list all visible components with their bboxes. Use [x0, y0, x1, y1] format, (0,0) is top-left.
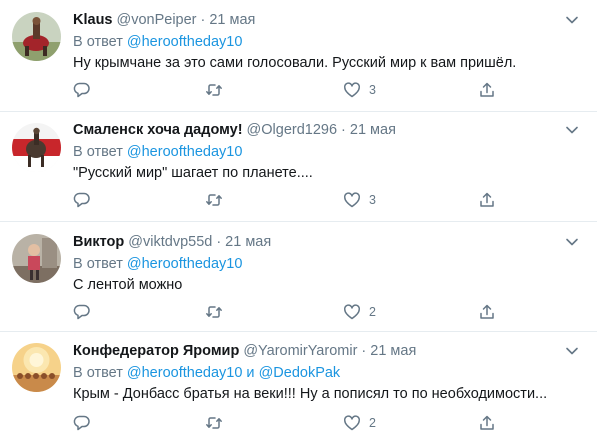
share-button[interactable] [478, 80, 496, 100]
reply-context: В ответ @herooftheday10 и @DedokPak [73, 363, 585, 383]
like-button[interactable]: 2 [343, 302, 376, 322]
share-icon [480, 192, 494, 207]
username[interactable]: @Olgerd1296 [247, 122, 338, 138]
chevron-down-icon[interactable] [565, 123, 579, 137]
like-count: 3 [369, 193, 376, 207]
tweet-header: Конфедератор Яромир @YaromirYaromir · 21 ма… [73, 341, 585, 361]
like-button[interactable]: 2 [343, 413, 376, 433]
separator-dot: · [200, 12, 206, 28]
reply-prefix: В ответ [73, 256, 123, 272]
like-count: 3 [369, 83, 376, 97]
and-word: и [246, 365, 255, 381]
share-button[interactable] [478, 413, 496, 433]
action-bar: 2 [73, 302, 585, 322]
like-count: 2 [369, 416, 376, 430]
mention-link[interactable]: @herooftheday10 [127, 34, 243, 50]
chevron-down-icon[interactable] [565, 13, 579, 27]
chevron-down-icon[interactable] [565, 235, 579, 249]
share-icon [480, 415, 494, 430]
retweet-button[interactable] [205, 302, 231, 322]
timestamp[interactable]: 21 мая [225, 234, 271, 250]
tweet-header: Виктор @viktdvp55d · 21 мая [73, 232, 585, 252]
reply-icon [73, 192, 90, 208]
reply-feed: Klaus @vonPeiper · 21 мая В ответ @heroofth… [0, 0, 597, 446]
heart-icon [344, 304, 360, 320]
action-bar: 3 [73, 80, 585, 100]
avatar[interactable] [12, 123, 61, 172]
heart-icon [344, 192, 360, 208]
reply-context: В ответ @herooftheday10 [73, 254, 585, 274]
retweet-button[interactable] [205, 413, 231, 433]
reply-prefix: В ответ [73, 144, 123, 160]
timestamp[interactable]: 21 мая [350, 122, 396, 138]
tweet-header: Смаленск хоча дадому! @Olgerd1296 · 21 мая [73, 120, 585, 140]
mention-link[interactable]: @herooftheday10 [127, 256, 243, 272]
tweet-text: Ну крымчане за это сами голосовали. Русс… [73, 55, 517, 71]
like-button[interactable]: 3 [343, 80, 376, 100]
reply-icon [73, 304, 90, 320]
separator-dot: · [361, 343, 367, 359]
reply-icon [73, 415, 90, 431]
tweet-header: Klaus @vonPeiper · 21 мая [73, 10, 585, 30]
timestamp[interactable]: 21 мая [370, 343, 416, 359]
mention-link[interactable]: @herooftheday10 [127, 144, 243, 160]
heart-icon [344, 82, 360, 98]
display-name[interactable]: Виктор [73, 234, 124, 250]
like-button[interactable]: 3 [343, 190, 376, 210]
username[interactable]: @vonPeiper [117, 12, 197, 28]
tweet-text: Крым - Донбасс братья на веки!!! Ну а по… [73, 386, 548, 402]
tweet-text: С лентой можно [73, 277, 183, 293]
retweet-icon [206, 194, 222, 206]
tweet[interactable]: Конфедератор Яромир @YaromirYaromir · 21 ма… [0, 332, 597, 446]
display-name[interactable]: Смаленск хоча дадому! [73, 122, 243, 138]
avatar-image [12, 234, 61, 283]
avatar[interactable] [12, 12, 61, 61]
username[interactable]: @YaromirYaromir [243, 343, 357, 359]
username[interactable]: @viktdvp55d [128, 234, 212, 250]
mention-link[interactable]: @herooftheday10 [127, 365, 243, 381]
reply-button[interactable] [73, 190, 99, 210]
display-name[interactable]: Конфедератор Яромир [73, 343, 239, 359]
tweet[interactable]: Klaus @vonPeiper · 21 мая В ответ @heroofth… [0, 0, 597, 112]
share-icon [480, 82, 494, 97]
share-button[interactable] [478, 190, 496, 210]
retweet-button[interactable] [205, 190, 231, 210]
reply-context: В ответ @herooftheday10 [73, 32, 585, 52]
action-bar: 2 [73, 413, 585, 433]
retweet-icon [206, 84, 222, 96]
avatar[interactable] [12, 343, 61, 392]
reply-button[interactable] [73, 413, 99, 433]
reply-button[interactable] [73, 302, 99, 322]
reply-icon [73, 82, 90, 98]
share-button[interactable] [478, 302, 496, 322]
mention-link[interactable]: @DedokPak [259, 365, 341, 381]
heart-icon [344, 415, 360, 431]
retweet-icon [206, 417, 222, 429]
separator-dot: · [216, 234, 222, 250]
retweet-button[interactable] [205, 80, 231, 100]
reply-prefix: В ответ [73, 34, 123, 50]
avatar-image [12, 12, 61, 61]
separator-dot: · [341, 122, 346, 138]
retweet-icon [206, 306, 222, 318]
like-count: 2 [369, 305, 376, 319]
reply-context: В ответ @herooftheday10 [73, 142, 585, 162]
display-name[interactable]: Klaus [73, 12, 113, 28]
tweet[interactable]: Смаленск хоча дадому! @Olgerd1296 · 21 мая … [0, 112, 597, 222]
action-bar: 3 [73, 190, 585, 210]
avatar-image [12, 343, 61, 392]
timestamp[interactable]: 21 мая [209, 12, 255, 28]
avatar[interactable] [12, 234, 61, 283]
share-icon [480, 304, 494, 319]
tweet[interactable]: Виктор @viktdvp55d · 21 мая В ответ @heroof… [0, 222, 597, 332]
chevron-down-icon[interactable] [565, 344, 579, 358]
tweet-text: "Русский мир" шагает по планете.... [73, 165, 313, 181]
avatar-image [12, 123, 61, 172]
reply-button[interactable] [73, 80, 99, 100]
reply-prefix: В ответ [73, 365, 123, 381]
